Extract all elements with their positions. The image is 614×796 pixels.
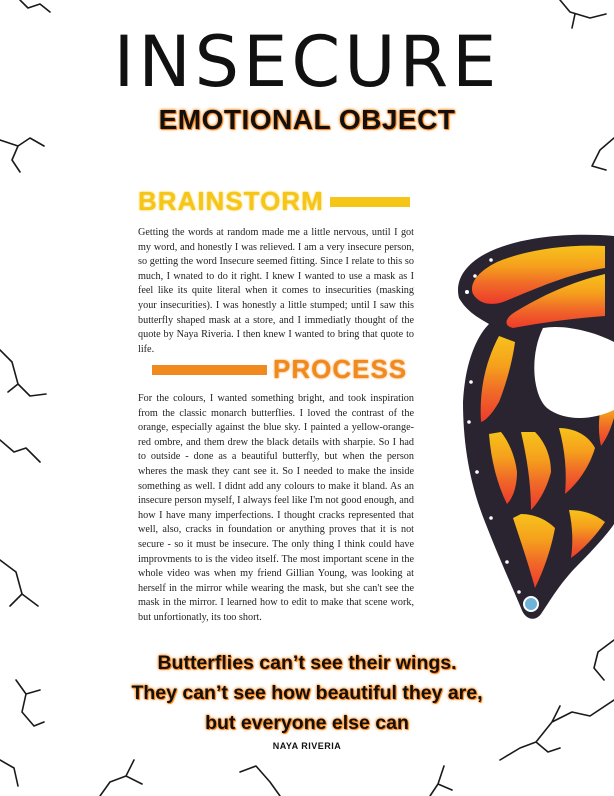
process-heading-text: PROCESS <box>273 354 408 384</box>
quote-line-2: They can’t see how beautiful they are, <box>131 682 483 704</box>
quote-line-3: but everyone else can <box>205 712 409 734</box>
process-paragraph: For the colours, I wanted something brig… <box>138 393 414 623</box>
brainstorm-paragraph: Getting the words at random made me a li… <box>138 227 414 355</box>
process-heading: PROCESS <box>152 354 407 385</box>
brainstorm-heading-text: BRAINSTORM <box>138 186 324 216</box>
process-accent-bar <box>152 364 267 375</box>
butterfly-mask-image <box>458 234 614 619</box>
brainstorm-heading: BRAINSTORM <box>138 186 410 217</box>
page-subtitle: EMOTIONAL OBJECT <box>158 104 456 135</box>
quote-line-1: Butterflies can’t see their wings. <box>157 652 457 674</box>
brainstorm-accent-bar <box>329 196 410 207</box>
quote-author: NAYA RIVERIA <box>272 741 342 751</box>
page-title: INSECURE <box>113 21 501 103</box>
quote: Butterflies can’t see their wings. They … <box>0 648 614 738</box>
